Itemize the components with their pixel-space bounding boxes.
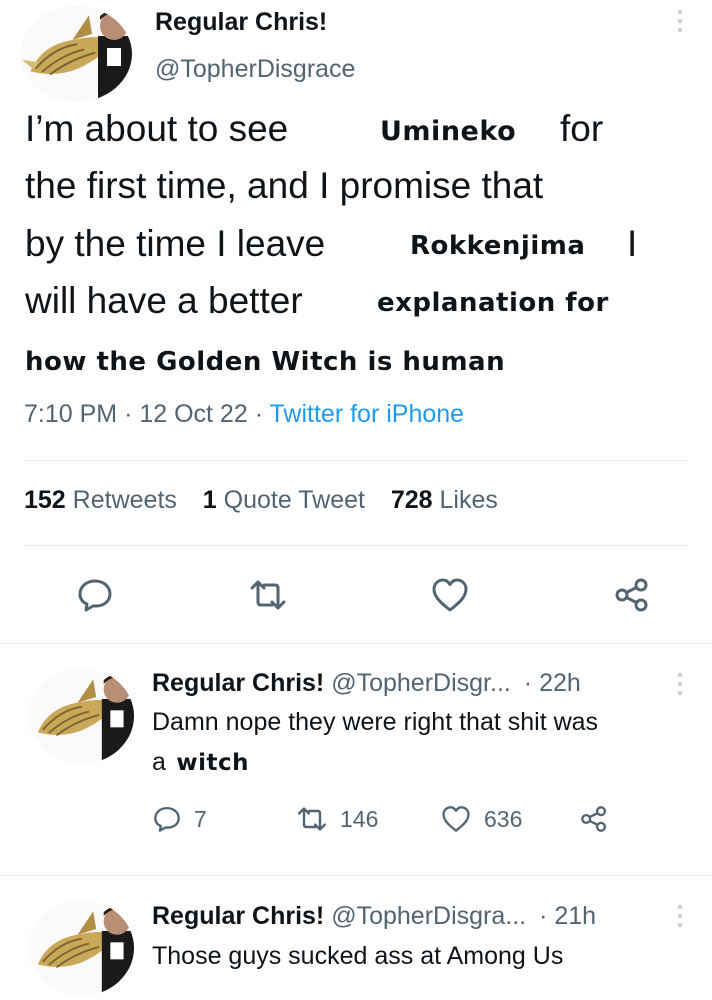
like-button[interactable] [425,575,475,615]
meta-separator: · [124,400,133,428]
avatar[interactable] [28,900,134,996]
reply-text-line-1: Damn nope they were right that shit was [152,708,599,736]
likes-stat[interactable]: 728 Likes [391,486,498,514]
tweet-meta: 7:10 PM · 12 Oct 22 · Twitter for iPhone [24,400,464,429]
like-icon [442,806,470,832]
tweet-line-4-plain: will have a better [25,280,303,321]
tweet-stats: 152 Retweets 1 Quote Tweet 728 Likes [24,486,498,515]
reply-icon [78,579,112,612]
like-icon [432,578,468,612]
tweet-line-4-meme: explanation for [377,288,609,318]
tweet-line-3-plain: by the time I leave [25,223,326,264]
kebab-icon[interactable] [677,10,683,32]
like-button[interactable]: 636 [440,805,522,833]
author-handle[interactable]: @TopherDisgrace [155,55,355,84]
reply-count: 7 [194,805,207,832]
tweet-line-3-meme: Rokkenjima [410,231,586,261]
author-name[interactable]: Regular Chris! [152,902,324,930]
retweet-icon [250,580,286,610]
retweet-count: 146 [340,805,379,832]
reply-button[interactable] [70,575,120,615]
meta-separator: · [254,400,264,428]
share-icon [581,806,607,832]
share-button[interactable] [607,575,657,615]
reply-text-meme: witch [176,750,249,776]
reply-text-line-2: a witch [152,748,249,777]
tweet-line-1-meme: Umineko [380,116,517,147]
divider [0,875,712,876]
reply-icon [154,806,180,832]
author-name[interactable]: Regular Chris! [155,8,327,37]
tweet-line-1-tail: for [560,108,604,149]
share-icon [615,578,648,612]
kebab-icon[interactable] [677,673,683,695]
divider [0,643,712,644]
reply-text-line-1: Those guys sucked ass at Among Us [152,942,564,970]
tweet-line-5-meme: how the Golden Witch is human [25,347,506,377]
avatar[interactable] [28,668,134,764]
divider [24,545,688,546]
share-button[interactable] [578,805,610,833]
reply-text-plain: a [152,748,166,776]
kebab-icon[interactable] [677,905,683,927]
retweets-stat[interactable]: 152 Retweets [24,486,177,514]
avatar[interactable] [20,6,132,102]
tweet-time[interactable]: 7:10 PM [24,400,117,428]
reply-header: Regular Chris! @TopherDisgr... · 22h [152,669,581,698]
likes-count: 728 [390,486,433,514]
reply-age[interactable]: · 21h [539,902,596,930]
quotes-stat[interactable]: 1 Quote Tweet [203,486,365,514]
author-handle[interactable]: @TopherDisgr... [331,669,511,697]
retweets-count: 152 [24,486,66,514]
retweet-button[interactable]: 146 [296,805,378,833]
tweet-source-link[interactable]: Twitter for iPhone [270,400,465,428]
reply-header: Regular Chris! @TopherDisgra... · 21h [152,902,596,931]
tweet-line-2: the first time, and I promise that [25,165,544,206]
like-count: 636 [484,805,523,832]
retweet-button[interactable] [243,575,293,615]
tweet-line-3-tail: I [627,223,638,264]
likes-label: Likes [439,486,498,514]
reply-age[interactable]: · 22h [524,669,581,697]
quotes-count: 1 [202,486,217,514]
quotes-label: Quote Tweet [223,486,365,514]
tweet-line-1: I’m about to see [25,108,288,150]
retweet-icon [298,807,326,831]
author-name[interactable]: Regular Chris! [152,669,324,697]
tweet-line-1-plain: I’m about to see [25,108,289,149]
tweet-date[interactable]: 12 Oct 22 [139,400,247,428]
retweets-label: Retweets [72,486,177,514]
reply-button[interactable]: 7 [152,805,207,833]
author-handle[interactable]: @TopherDisgra... [331,902,526,930]
divider [24,460,688,461]
